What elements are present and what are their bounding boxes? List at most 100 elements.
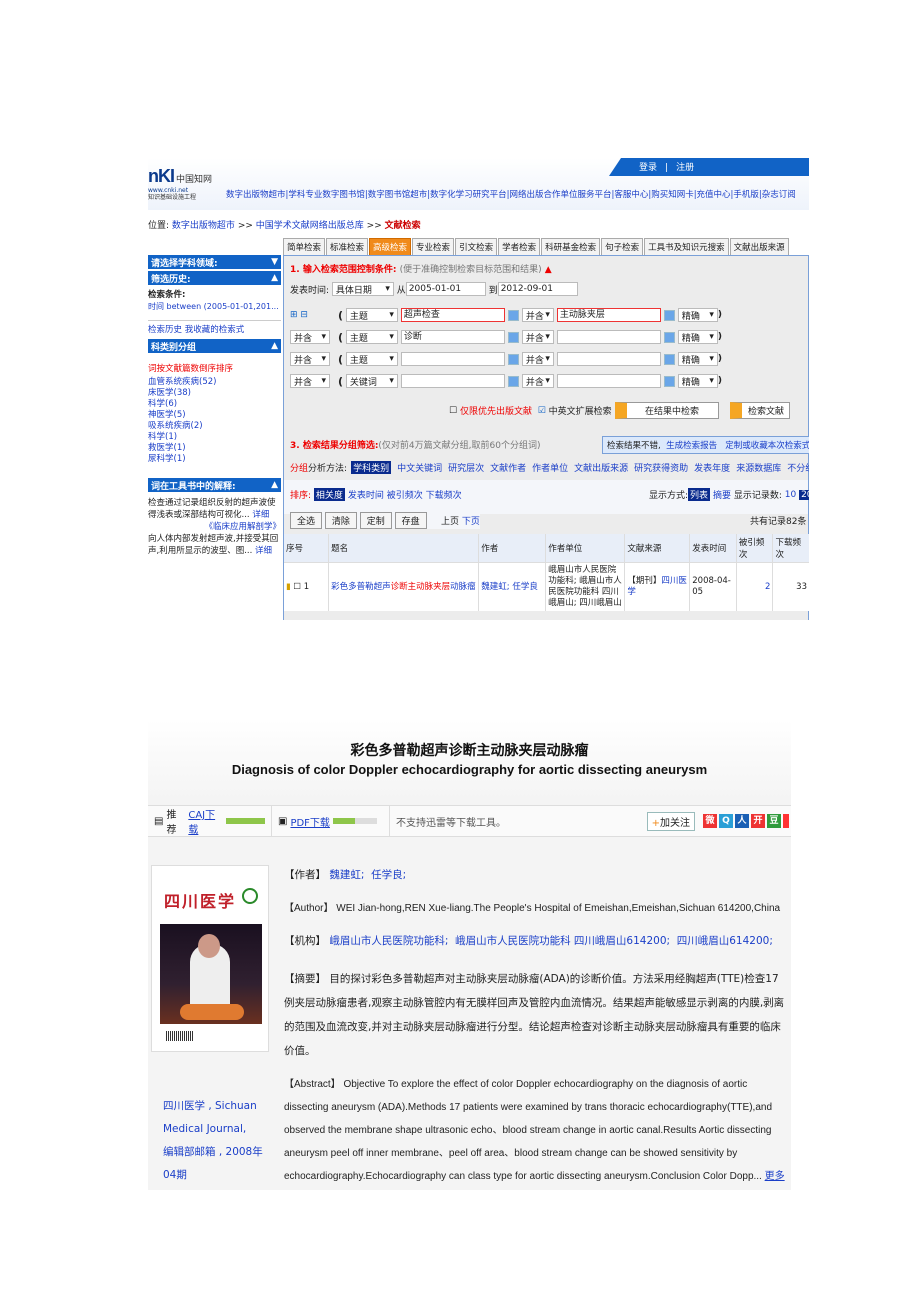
group-item[interactable]: 科学(6): [148, 399, 281, 410]
group-method[interactable]: 作者单位: [532, 461, 568, 474]
tab-source[interactable]: 文献出版来源: [729, 238, 789, 256]
op-select[interactable]: 并含 ▾: [521, 308, 554, 322]
cited-link[interactable]: 2: [765, 582, 770, 592]
detail-link[interactable]: 详细: [255, 546, 272, 556]
date-type-select[interactable]: 具体日期 ▾: [331, 282, 394, 296]
search-in-results-button[interactable]: 在结果中检索: [614, 402, 719, 419]
tab-advanced[interactable]: 高级检索: [369, 238, 412, 256]
field-select[interactable]: 主题 ▾: [345, 330, 398, 344]
sort-option[interactable]: 下载频次: [426, 488, 462, 501]
issue-link[interactable]: 04期: [163, 1164, 273, 1187]
sort-relevance[interactable]: 相关度: [313, 488, 345, 501]
pdf-download-link[interactable]: PDF下载: [290, 814, 329, 829]
group-method[interactable]: 文献作者: [490, 461, 526, 474]
document-icon[interactable]: ▮: [286, 582, 291, 592]
author-link[interactable]: 魏建虹;: [329, 869, 364, 881]
term2-input[interactable]: [556, 374, 661, 388]
tab-sentence[interactable]: 句子检索: [601, 238, 644, 256]
tab-simple[interactable]: 简单检索: [283, 238, 326, 256]
expand-icon[interactable]: [507, 331, 519, 343]
breadcrumb-link[interactable]: 数字出版物超市: [172, 221, 235, 231]
save-query-link[interactable]: 定制或收藏本次检索式: [725, 441, 809, 451]
group-method[interactable]: 文献出版来源: [574, 461, 628, 474]
group-method[interactable]: 研究层次: [448, 461, 484, 474]
match-select[interactable]: 精确 ▾: [677, 352, 718, 366]
add-remove-row-icons[interactable]: ⊞ ⊟: [290, 310, 338, 320]
field-select[interactable]: 主题 ▾: [345, 308, 398, 322]
group-method[interactable]: 中文关键词: [397, 461, 442, 474]
journal-link[interactable]: 四川医学 , Sichuan: [163, 1095, 273, 1118]
date-to-input[interactable]: 2012-09-01: [497, 282, 578, 296]
tab-fund[interactable]: 科研基金检索: [541, 238, 601, 256]
search-button[interactable]: 检索文献: [730, 402, 790, 419]
journal-email-link[interactable]: 编辑部邮箱 , 2008年: [163, 1141, 273, 1164]
field-select[interactable]: 主题 ▾: [345, 352, 398, 366]
author-link[interactable]: 任学良;: [371, 869, 406, 881]
tab-professional[interactable]: 专业检索: [412, 238, 455, 256]
org-link[interactable]: 四川峨眉山614200;: [677, 935, 773, 947]
top-nav[interactable]: 数字出版物超市|学科专业数字图书馆|数字图书馆超市|数字化学习研究平台|网络出版…: [226, 188, 796, 200]
expand-icon[interactable]: [663, 309, 675, 321]
logic-select[interactable]: 并含 ▾: [290, 330, 330, 344]
group-method[interactable]: 不分组: [787, 461, 809, 474]
breadcrumb-link[interactable]: 中国学术文献网络出版总库: [256, 221, 364, 231]
match-select[interactable]: 精确 ▾: [677, 330, 718, 344]
tab-toolbook[interactable]: 工具书及知识元搜索: [644, 238, 729, 256]
result-title-link[interactable]: 彩色多普勒超声诊断主动脉夹层动脉瘤: [331, 582, 476, 592]
field-select[interactable]: 关键词 ▾: [345, 374, 398, 388]
toolbook-source-link[interactable]: 《临床应用解剖学》: [204, 522, 281, 532]
more-link[interactable]: 更多: [765, 1171, 785, 1182]
group-method[interactable]: 研究获得资助: [634, 461, 688, 474]
group-header[interactable]: 科类别分组 ▲: [148, 339, 281, 353]
saved-query-link[interactable]: 我收藏的检索式: [185, 325, 245, 335]
expand-icon[interactable]: [507, 309, 519, 321]
row-checkbox[interactable]: ☐: [293, 582, 301, 592]
logic-select[interactable]: 并含 ▾: [290, 374, 330, 388]
qzone-share-icon[interactable]: Q: [719, 814, 733, 828]
logic-select[interactable]: 并含 ▾: [290, 352, 330, 366]
douban-share-icon[interactable]: 豆: [767, 814, 781, 828]
group-item[interactable]: 救医学(1): [148, 443, 281, 454]
prev-page[interactable]: 上页: [441, 514, 459, 527]
history-header[interactable]: 筛选历史: ▲: [148, 271, 281, 285]
term2-input[interactable]: [556, 352, 661, 366]
subject-header[interactable]: 请选择学科领域: ▼: [148, 255, 281, 269]
expand-icon[interactable]: [663, 375, 675, 387]
group-item[interactable]: 血管系统疾病(52): [148, 377, 281, 388]
date-from-input[interactable]: 2005-01-01: [405, 282, 486, 296]
group-item[interactable]: 尿科学(1): [148, 454, 281, 465]
sort-option[interactable]: 被引频次: [387, 488, 423, 501]
group-item[interactable]: 床医学(38): [148, 388, 281, 399]
sort-option[interactable]: 发表时间: [348, 488, 384, 501]
tab-scholar[interactable]: 学者检索: [498, 238, 541, 256]
expand-icon[interactable]: [507, 375, 519, 387]
more-share-icon[interactable]: [783, 814, 789, 828]
group-item[interactable]: 科学(1): [148, 432, 281, 443]
journal-cover-image[interactable]: 四川医学: [151, 865, 269, 1052]
weibo-share-icon[interactable]: 微: [703, 814, 717, 828]
select-all-button[interactable]: 全选: [290, 512, 323, 529]
detail-link[interactable]: 详细: [252, 510, 269, 520]
toolbook-header[interactable]: 词在工具书中的解释: ▲: [148, 478, 281, 492]
count-20[interactable]: 20: [799, 489, 809, 500]
caj-download-link[interactable]: CAJ下载: [188, 806, 222, 836]
group-method[interactable]: 来源数据库: [736, 461, 781, 474]
match-select[interactable]: 精确 ▾: [677, 308, 718, 322]
generate-report-link[interactable]: 生成检索报告: [666, 441, 717, 451]
expand-checkbox[interactable]: ☑: [538, 406, 546, 416]
login-link[interactable]: 登录: [639, 163, 657, 173]
group-item[interactable]: 神医学(5): [148, 410, 281, 421]
count-10[interactable]: 10: [785, 490, 796, 500]
save-button[interactable]: 存盘: [394, 512, 427, 529]
match-select[interactable]: 精确 ▾: [677, 374, 718, 388]
term1-input[interactable]: [400, 352, 505, 366]
op-select[interactable]: 并含 ▾: [521, 352, 554, 366]
kaixin-share-icon[interactable]: 开: [751, 814, 765, 828]
expand-icon[interactable]: [507, 353, 519, 365]
tab-citation[interactable]: 引文检索: [455, 238, 498, 256]
group-item[interactable]: 吸系统疾病(2): [148, 421, 281, 432]
condition-link[interactable]: 时间 between (2005-01-01,201...: [148, 301, 281, 312]
clear-button[interactable]: 清除: [324, 512, 357, 529]
display-list[interactable]: 列表: [688, 488, 711, 501]
op-select[interactable]: 并含 ▾: [521, 330, 554, 344]
